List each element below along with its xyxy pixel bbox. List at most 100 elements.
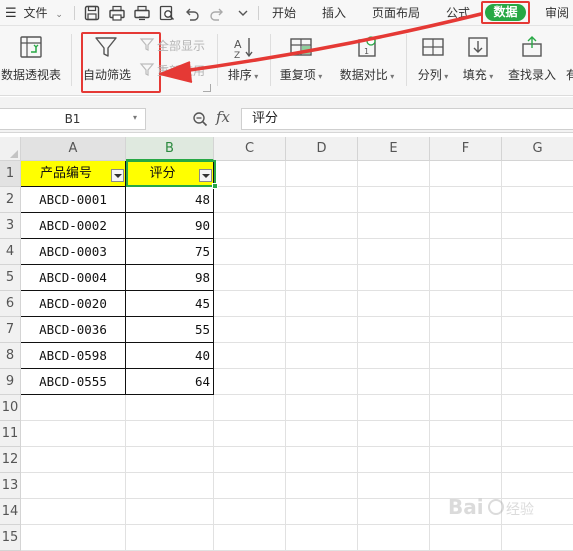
product-id-cell[interactable]: ABCD-0036: [21, 317, 126, 343]
column-header-d[interactable]: D: [286, 137, 358, 161]
reapply-button[interactable]: 重新应用: [139, 62, 205, 80]
empty-cell[interactable]: [214, 473, 286, 499]
column-header-f[interactable]: F: [430, 137, 502, 161]
empty-cell[interactable]: [358, 447, 430, 473]
empty-cell[interactable]: [21, 473, 126, 499]
empty-cell[interactable]: [430, 343, 502, 369]
score-cell[interactable]: 45: [126, 291, 214, 317]
empty-cell[interactable]: [214, 447, 286, 473]
empty-cell[interactable]: [502, 187, 573, 213]
empty-cell[interactable]: [286, 473, 358, 499]
empty-cell[interactable]: [502, 239, 573, 265]
empty-cell[interactable]: [286, 525, 358, 551]
empty-cell[interactable]: [430, 161, 502, 187]
empty-cell[interactable]: [126, 421, 214, 447]
empty-cell[interactable]: [358, 187, 430, 213]
empty-cell[interactable]: [286, 317, 358, 343]
row-header-11[interactable]: 11: [0, 421, 21, 447]
product-id-cell[interactable]: ABCD-0003: [21, 239, 126, 265]
empty-cell[interactable]: [358, 317, 430, 343]
empty-cell[interactable]: [430, 187, 502, 213]
empty-cell[interactable]: [430, 265, 502, 291]
empty-cell[interactable]: [214, 343, 286, 369]
product-id-cell[interactable]: ABCD-0002: [21, 213, 126, 239]
product-id-cell[interactable]: ABCD-0004: [21, 265, 126, 291]
filter-dropdown-icon[interactable]: [199, 169, 212, 182]
print-preview-icon[interactable]: [133, 4, 151, 22]
empty-cell[interactable]: [214, 525, 286, 551]
zoom-icon[interactable]: [192, 111, 208, 127]
empty-cell[interactable]: [126, 473, 214, 499]
empty-cell[interactable]: [214, 395, 286, 421]
empty-cell[interactable]: [502, 265, 573, 291]
empty-cell[interactable]: [21, 447, 126, 473]
name-box[interactable]: B1: [0, 108, 146, 130]
score-cell[interactable]: 75: [126, 239, 214, 265]
column-header-c[interactable]: C: [214, 137, 286, 161]
empty-cell[interactable]: [358, 213, 430, 239]
empty-cell[interactable]: [21, 525, 126, 551]
empty-cell[interactable]: [214, 369, 286, 395]
empty-cell[interactable]: [214, 239, 286, 265]
fill-button[interactable]: 填充 ▾: [458, 32, 498, 90]
empty-cell[interactable]: [358, 421, 430, 447]
sort-button[interactable]: AZ 排序 ▾: [222, 32, 264, 90]
empty-cell[interactable]: [286, 421, 358, 447]
split-button[interactable]: 分列 ▾: [412, 32, 454, 90]
empty-cell[interactable]: [430, 369, 502, 395]
empty-cell[interactable]: [430, 525, 502, 551]
row-header-14[interactable]: 14: [0, 499, 21, 525]
tab-review[interactable]: 审阅: [545, 0, 569, 26]
empty-cell[interactable]: [430, 395, 502, 421]
empty-cell[interactable]: [214, 317, 286, 343]
zoom-preview-icon[interactable]: [158, 4, 176, 22]
empty-cell[interactable]: [502, 525, 573, 551]
empty-cell[interactable]: [430, 421, 502, 447]
tab-page-layout[interactable]: 页面布局: [372, 0, 420, 26]
empty-cell[interactable]: [214, 161, 286, 187]
duplicates-button[interactable]: 重复项 ▾: [276, 32, 326, 90]
row-header-4[interactable]: 4: [0, 239, 21, 265]
empty-cell[interactable]: [358, 343, 430, 369]
file-menu[interactable]: ☰ 文件 ⌄: [5, 0, 63, 26]
empty-cell[interactable]: [21, 421, 126, 447]
empty-cell[interactable]: [502, 395, 573, 421]
tab-insert[interactable]: 插入: [322, 0, 346, 26]
empty-cell[interactable]: [21, 499, 126, 525]
header-cell-score[interactable]: 评分: [126, 161, 214, 187]
filter-dropdown-icon[interactable]: [111, 169, 124, 182]
score-cell[interactable]: 40: [126, 343, 214, 369]
empty-cell[interactable]: [430, 213, 502, 239]
empty-cell[interactable]: [214, 499, 286, 525]
empty-cell[interactable]: [126, 395, 214, 421]
tab-formulas[interactable]: 公式: [446, 0, 470, 26]
empty-cell[interactable]: [358, 291, 430, 317]
row-header-10[interactable]: 10: [0, 395, 21, 421]
empty-cell[interactable]: [214, 265, 286, 291]
empty-cell[interactable]: [502, 343, 573, 369]
empty-cell[interactable]: [358, 499, 430, 525]
row-header-8[interactable]: 8: [0, 343, 21, 369]
empty-cell[interactable]: [214, 421, 286, 447]
empty-cell[interactable]: [286, 239, 358, 265]
score-cell[interactable]: 90: [126, 213, 214, 239]
row-header-1[interactable]: 1: [0, 161, 21, 187]
empty-cell[interactable]: [502, 161, 573, 187]
show-all-button[interactable]: 全部显示: [139, 37, 205, 55]
empty-cell[interactable]: [358, 395, 430, 421]
empty-cell[interactable]: [286, 213, 358, 239]
insert-function-button[interactable]: fx: [216, 108, 230, 126]
pivot-table-button[interactable]: 数据透视表: [0, 32, 62, 90]
empty-cell[interactable]: [214, 291, 286, 317]
empty-cell[interactable]: [286, 343, 358, 369]
empty-cell[interactable]: [286, 447, 358, 473]
empty-cell[interactable]: [502, 369, 573, 395]
empty-cell[interactable]: [430, 447, 502, 473]
score-cell[interactable]: 64: [126, 369, 214, 395]
empty-cell[interactable]: [358, 525, 430, 551]
column-header-g[interactable]: G: [502, 137, 573, 161]
redo-icon[interactable]: [208, 4, 226, 22]
score-cell[interactable]: 48: [126, 187, 214, 213]
row-header-5[interactable]: 5: [0, 265, 21, 291]
formula-input[interactable]: 评分: [241, 108, 573, 130]
